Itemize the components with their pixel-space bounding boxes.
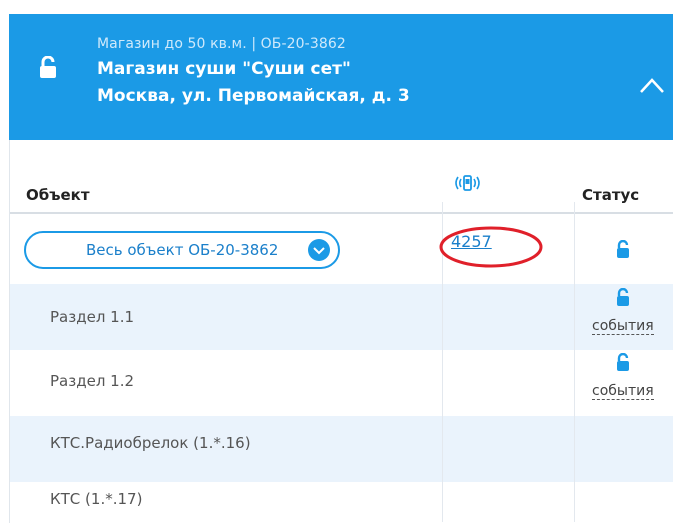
column-divider <box>574 202 575 522</box>
column-header-status: Статус <box>582 186 640 204</box>
object-title: Магазин суши "Суши сет" <box>97 59 351 79</box>
radio-signal-icon <box>455 175 480 191</box>
unlocked-icon <box>617 240 629 258</box>
section-label: Раздел 1.1 <box>50 308 135 326</box>
unlocked-icon <box>40 56 56 78</box>
chevron-up-icon[interactable] <box>639 76 665 94</box>
section-label: Раздел 1.2 <box>50 372 135 390</box>
section-label: КТС (1.*.17) <box>50 490 143 508</box>
object-selector-label: Весь объект ОБ-20-3862 <box>86 241 279 259</box>
chevron-down-icon[interactable] <box>308 239 330 261</box>
events-link[interactable]: события <box>592 383 654 400</box>
section-label: КТС.Радиобрелок (1.*.16) <box>50 434 251 452</box>
object-meta: Магазин до 50 кв.м. | ОБ-20-3862 <box>97 36 346 52</box>
object-address: Москва, ул. Первомайская, д. 3 <box>97 86 410 106</box>
sections-table: Объект Статус Весь объект ОБ-20-3862 425… <box>9 140 673 523</box>
unlocked-icon <box>617 288 629 306</box>
object-header: Магазин до 50 кв.м. | ОБ-20-3862 Магазин… <box>9 14 673 140</box>
app-frame: Магазин до 50 кв.м. | ОБ-20-3862 Магазин… <box>0 0 673 523</box>
top-bar <box>0 0 673 14</box>
column-header-object: Объект <box>26 186 90 204</box>
object-selector[interactable]: Весь объект ОБ-20-3862 <box>24 231 340 269</box>
unlocked-icon <box>617 353 629 371</box>
highlight-oval <box>439 226 543 268</box>
events-link[interactable]: события <box>592 318 654 335</box>
